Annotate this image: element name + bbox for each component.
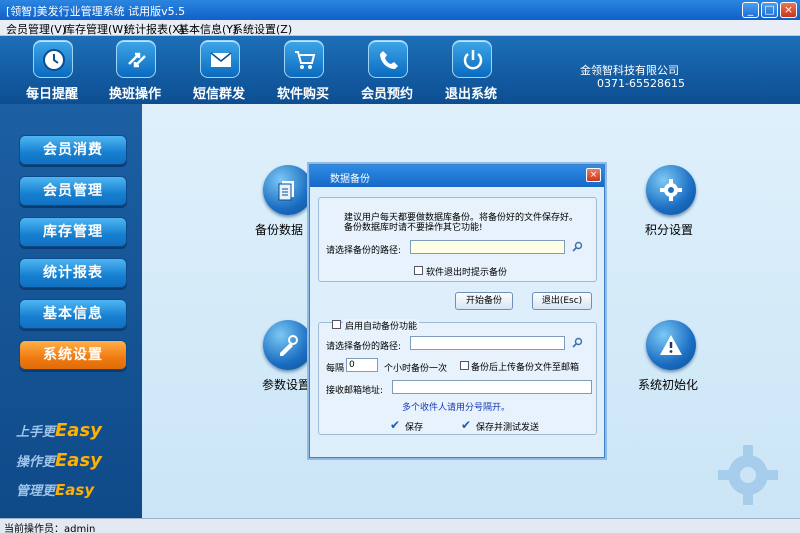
- power-icon: [452, 40, 492, 78]
- dialog-title: 数据备份: [330, 174, 370, 185]
- sidebar-item-member-consumption[interactable]: 会员消费: [19, 135, 127, 165]
- tool-label: 退出系统: [444, 87, 497, 102]
- current-operator: 当前操作员：admin: [4, 524, 96, 533]
- close-button[interactable]: ×: [780, 2, 797, 18]
- sidebar-item-member-management[interactable]: 会员管理: [19, 176, 127, 206]
- system-init-label[interactable]: 系统初始化: [638, 376, 698, 393]
- sidebar-item-system-settings[interactable]: 系统设置: [19, 340, 127, 370]
- start-backup-button[interactable]: 开始备份: [455, 292, 513, 310]
- exit-prompt-checkbox[interactable]: [414, 266, 423, 275]
- minimize-button[interactable]: _: [742, 2, 759, 18]
- sidebar: 会员消费 会员管理 库存管理 统计报表 基本信息 系统设置 上手更Easy 操作…: [0, 104, 142, 518]
- menu-bar: 会员管理(V) 库存管理(W) 统计报表(X) 基本信息(Y) 系统设置(Z): [0, 20, 800, 36]
- slogan-2: 操作更Easy: [16, 450, 102, 471]
- exit-prompt-label: 软件退出时提示备份: [426, 268, 508, 278]
- switch-arrows-icon: [116, 40, 156, 78]
- sidebar-item-basic-info[interactable]: 基本信息: [19, 299, 127, 329]
- tool-daily-reminder[interactable]: 每日提醒: [11, 36, 93, 104]
- upload-email-checkbox[interactable]: [460, 361, 469, 370]
- browse-icon[interactable]: [572, 241, 583, 252]
- clock-icon: [33, 40, 73, 78]
- tool-label: 短信群发: [192, 87, 245, 102]
- tool-exit[interactable]: 退出系统: [430, 36, 512, 104]
- backup-path-input[interactable]: [410, 240, 565, 254]
- upload-email-label: 备份后上传备份文件至邮箱: [471, 363, 580, 373]
- slogan-1: 上手更Easy: [16, 420, 102, 441]
- tool-shift-change[interactable]: 换班操作: [94, 36, 176, 104]
- menu-inventory[interactable]: 库存管理(W): [64, 21, 127, 37]
- email-hint: 多个收件人请用分号隔开。: [402, 403, 511, 413]
- every-label: 每隔: [326, 364, 345, 374]
- path-label: 请选择备份的路径:: [326, 246, 402, 256]
- hours-label: 个小时备份一次: [384, 364, 448, 374]
- backup-dialog: 数据备份 × 建议用户每天都要做数据库备份。将备份好的文件保存好。 备份数据库时…: [309, 164, 605, 458]
- params-settings-label[interactable]: 参数设置: [262, 376, 310, 393]
- warning-icon[interactable]: [646, 320, 696, 370]
- auto-backup-path-input[interactable]: [410, 336, 565, 350]
- envelope-icon: [200, 40, 240, 78]
- status-bar: 当前操作员：admin: [0, 518, 800, 533]
- shopping-cart-icon: [284, 40, 324, 78]
- auto-path-label: 请选择备份的路径:: [326, 342, 402, 352]
- save-test-check-icon: ✔: [461, 418, 472, 432]
- company-name: 金领智科技有限公司: [580, 64, 679, 77]
- title-bar: [领智]美发行业管理系统 试用版v5.5 _ □ ×: [0, 0, 800, 20]
- points-settings-icon[interactable]: [646, 165, 696, 215]
- tool-appointment[interactable]: 会员预约: [346, 36, 428, 104]
- email-label: 接收邮箱地址:: [326, 386, 384, 396]
- maximize-button[interactable]: □: [761, 2, 778, 18]
- gear-decoration-icon: [718, 445, 778, 505]
- sidebar-item-inventory[interactable]: 库存管理: [19, 217, 127, 247]
- auto-backup-checkbox[interactable]: [332, 320, 341, 329]
- menu-basic-info[interactable]: 基本信息(Y): [178, 21, 237, 37]
- backup-icon[interactable]: [263, 165, 313, 215]
- phone-icon: [368, 40, 408, 78]
- dialog-title-bar: 数据备份 ×: [310, 165, 604, 187]
- tool-purchase[interactable]: 软件购买: [262, 36, 344, 104]
- tool-label: 会员预约: [360, 87, 413, 102]
- auto-backup-label: 启用自动备份功能: [343, 319, 420, 332]
- email-address-input[interactable]: [392, 380, 592, 394]
- menu-reports[interactable]: 统计报表(X): [124, 21, 184, 37]
- menu-member[interactable]: 会员管理(V): [6, 21, 66, 37]
- toolbar: 每日提醒 换班操作 短信群发 软件购买 会员预约 退出系统: [0, 36, 800, 104]
- save-check-icon: ✔: [390, 418, 401, 432]
- auto-browse-icon[interactable]: [572, 337, 583, 348]
- exit-button[interactable]: 退出(Esc): [532, 292, 592, 310]
- interval-hours-input[interactable]: 0: [346, 358, 378, 372]
- window-title: [领智]美发行业管理系统 试用版v5.5: [6, 5, 186, 18]
- tool-label: 换班操作: [108, 87, 161, 102]
- params-settings-icon[interactable]: [263, 320, 313, 370]
- sidebar-item-reports[interactable]: 统计报表: [19, 258, 127, 288]
- save-button[interactable]: 保存: [405, 420, 423, 433]
- tool-label: 每日提醒: [25, 87, 78, 102]
- points-settings-label[interactable]: 积分设置: [645, 221, 693, 238]
- tool-label: 软件购买: [276, 87, 329, 102]
- dialog-close-button[interactable]: ×: [586, 168, 601, 182]
- company-phone: 0371-65528615: [597, 77, 685, 90]
- slogan-3: 管理更Easy: [16, 481, 95, 499]
- save-test-button[interactable]: 保存并测试发送: [476, 420, 539, 433]
- menu-settings[interactable]: 系统设置(Z): [232, 21, 292, 37]
- tip-line-2: 备份数据库时请不要操作其它功能!: [344, 223, 483, 233]
- backup-label[interactable]: 备份数据: [255, 221, 303, 238]
- tool-sms[interactable]: 短信群发: [178, 36, 260, 104]
